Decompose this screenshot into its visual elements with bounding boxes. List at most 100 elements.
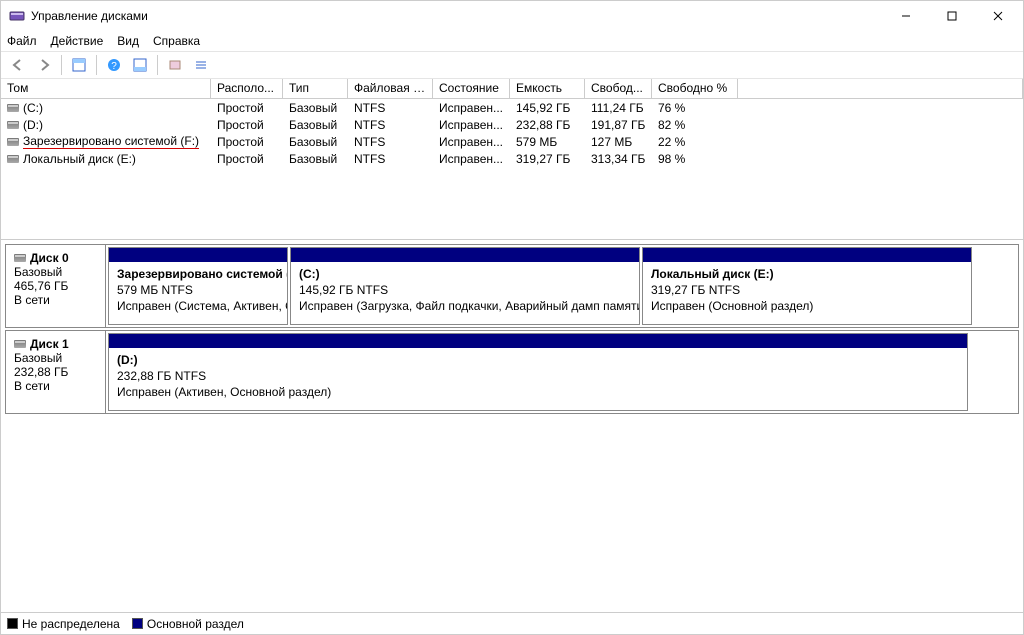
col-layout[interactable]: Располо... <box>211 79 283 98</box>
partition-status: Исправен (Загрузка, Файл подкачки, Авари… <box>299 299 639 313</box>
partition-header-bar <box>643 248 971 262</box>
cell-fs: NTFS <box>348 101 433 115</box>
cell-status: Исправен... <box>433 135 510 149</box>
cell-free: 111,24 ГБ <box>585 101 652 115</box>
partition[interactable]: Зарезервировано системой (F579 МБ NTFSИс… <box>108 247 288 325</box>
col-type[interactable]: Тип <box>283 79 348 98</box>
settings-icon[interactable] <box>164 54 186 76</box>
partition[interactable]: (D:)232,88 ГБ NTFSИсправен (Активен, Осн… <box>108 333 968 411</box>
table-row[interactable]: (D:)ПростойБазовыйNTFSИсправен...232,88 … <box>1 116 1023 133</box>
partition-header-bar <box>109 334 967 348</box>
maximize-button[interactable] <box>929 1 975 31</box>
cell-capacity: 319,27 ГБ <box>510 152 585 166</box>
cell-layout: Простой <box>211 152 283 166</box>
disk-row: Диск 0Базовый465,76 ГБВ сетиЗарезервиров… <box>5 244 1019 328</box>
col-spacer <box>738 79 1023 98</box>
disk-management-window: Управление дисками Файл Действие Вид Спр… <box>0 0 1024 635</box>
cell-layout: Простой <box>211 101 283 115</box>
disk-label[interactable]: Диск 1Базовый232,88 ГБВ сети <box>6 331 106 413</box>
partition[interactable]: Локальный диск (E:) 319,27 ГБ NTFS Исправе… <box>642 247 972 325</box>
cell-freepct: 22 % <box>652 135 738 149</box>
table-row[interactable]: Зарезервировано системой (F:) ПростойБазо… <box>1 133 1023 150</box>
partition-header-bar <box>109 248 287 262</box>
menu-action[interactable]: Действие <box>51 34 104 48</box>
cell-type: Базовый <box>283 152 348 166</box>
statusbar: Не распределена Основной раздел <box>1 612 1023 634</box>
legend-unallocated: Не распределена <box>7 617 120 631</box>
partitions: (D:)232,88 ГБ NTFSИсправен (Активен, Осн… <box>106 331 1018 413</box>
partition[interactable]: (C:)145,92 ГБ NTFSИсправен (Загрузка, Фа… <box>290 247 640 325</box>
cell-type: Базовый <box>283 101 348 115</box>
disk-type: Базовый <box>14 265 97 279</box>
menu-file[interactable]: Файл <box>7 34 37 48</box>
help-icon[interactable]: ? <box>103 54 125 76</box>
col-volume[interactable]: Том <box>1 79 211 98</box>
titlebar[interactable]: Управление дисками <box>1 1 1023 31</box>
disk-map-pane[interactable]: Диск 0Базовый465,76 ГБВ сетиЗарезервиров… <box>1 240 1023 612</box>
minimize-button[interactable] <box>883 1 929 31</box>
disk-label[interactable]: Диск 0Базовый465,76 ГБВ сети <box>6 245 106 327</box>
cell-layout: Простой <box>211 118 283 132</box>
table-row[interactable]: Локальный диск (E:) ПростойБазовыйNTFSИсп… <box>1 150 1023 167</box>
column-headers: Том Располо... Тип Файловая с... Состоян… <box>1 79 1023 99</box>
col-capacity[interactable]: Емкость <box>510 79 585 98</box>
volume-name: (C:) <box>23 101 43 115</box>
disk-state: В сети <box>14 293 97 307</box>
menu-view[interactable]: Вид <box>117 34 139 48</box>
forward-button[interactable] <box>33 54 55 76</box>
cell-status: Исправен... <box>433 118 510 132</box>
cell-freepct: 82 % <box>652 118 738 132</box>
svg-text:?: ? <box>111 61 117 72</box>
partition-title: Зарезервировано системой (F <box>117 267 287 281</box>
menu-help[interactable]: Справка <box>153 34 200 48</box>
legend-unallocated-label: Не распределена <box>22 617 120 631</box>
cell-free: 313,34 ГБ <box>585 152 652 166</box>
table-row[interactable]: (C:)ПростойБазовыйNTFSИсправен...145,92 … <box>1 99 1023 116</box>
cell-fs: NTFS <box>348 118 433 132</box>
menubar: Файл Действие Вид Справка <box>1 31 1023 51</box>
back-button[interactable] <box>7 54 29 76</box>
col-freepct[interactable]: Свободно % <box>652 79 738 98</box>
partitions: Зарезервировано системой (F 579 МБ NTFS Ис… <box>106 245 1018 327</box>
drive-icon <box>7 155 19 163</box>
drive-icon <box>14 340 26 348</box>
drive-icon <box>7 138 19 146</box>
disk-name: Диск 0 <box>30 251 69 265</box>
cell-freepct: 76 % <box>652 101 738 115</box>
disk-name: Диск 1 <box>30 337 69 351</box>
cell-type: Базовый <box>283 135 348 149</box>
partition-status: Исправен (Основной раздел) <box>651 299 813 313</box>
col-fs[interactable]: Файловая с... <box>348 79 433 98</box>
content-area: Том Располо... Тип Файловая с... Состоян… <box>1 79 1023 612</box>
drive-icon <box>7 121 19 129</box>
cell-status: Исправен... <box>433 152 510 166</box>
col-status[interactable]: Состояние <box>433 79 510 98</box>
partition-size: 319,27 ГБ NTFS <box>651 283 740 297</box>
legend-primary-label: Основной раздел <box>147 617 244 631</box>
legend-primary: Основной раздел <box>132 617 244 631</box>
disk-size: 232,88 ГБ <box>14 365 97 379</box>
view-top-icon[interactable] <box>68 54 90 76</box>
disk-row: Диск 1Базовый232,88 ГБВ сети(D:)232,88 Г… <box>5 330 1019 414</box>
volume-list[interactable]: Том Располо... Тип Файловая с... Состоян… <box>1 79 1023 240</box>
cell-freepct: 98 % <box>652 152 738 166</box>
disk-size: 465,76 ГБ <box>14 279 97 293</box>
volume-rows: (C:)ПростойБазовыйNTFSИсправен...145,92 … <box>1 99 1023 239</box>
unallocated-swatch <box>7 618 18 629</box>
volume-name: Локальный диск (E:) <box>23 152 136 166</box>
partition-title: Локальный диск (E:) <box>651 267 774 281</box>
cell-free: 191,87 ГБ <box>585 118 652 132</box>
col-free[interactable]: Свобод... <box>585 79 652 98</box>
window-title: Управление дисками <box>31 9 883 23</box>
cell-layout: Простой <box>211 135 283 149</box>
partition-size: 579 МБ NTFS <box>117 283 193 297</box>
list-icon[interactable] <box>190 54 212 76</box>
partition-title: (D:) <box>117 353 138 367</box>
cell-capacity: 232,88 ГБ <box>510 118 585 132</box>
view-bottom-icon[interactable] <box>129 54 151 76</box>
close-button[interactable] <box>975 1 1021 31</box>
cell-type: Базовый <box>283 118 348 132</box>
cell-fs: NTFS <box>348 152 433 166</box>
window-buttons <box>883 1 1021 31</box>
volume-name: Зарезервировано системой (F:) <box>23 134 199 149</box>
